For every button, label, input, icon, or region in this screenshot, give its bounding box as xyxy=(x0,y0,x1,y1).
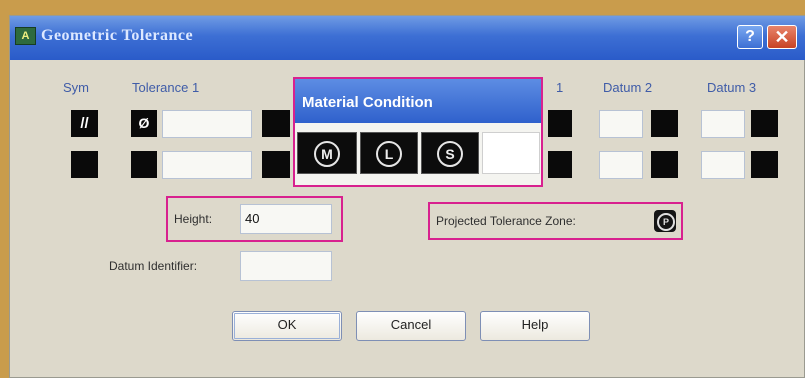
sym-button-row1[interactable]: // xyxy=(71,110,98,137)
datum3-condition-row1[interactable] xyxy=(751,110,778,137)
datum1-condition-row1[interactable] xyxy=(548,110,572,137)
title-help-button[interactable]: ? xyxy=(737,25,763,49)
sym-button-row2[interactable] xyxy=(71,151,98,178)
datum3-field-row1[interactable] xyxy=(701,110,745,138)
ok-button[interactable]: OK xyxy=(232,311,342,341)
datum2-header: Datum 2 xyxy=(603,80,653,95)
help-button[interactable]: Help xyxy=(480,311,590,341)
datum2-condition-row2[interactable] xyxy=(651,151,678,178)
cancel-button[interactable]: Cancel xyxy=(356,311,466,341)
tolerance1-header: Tolerance 1 xyxy=(132,80,200,95)
datum-identifier-input[interactable] xyxy=(240,251,332,281)
datum3-header: Datum 3 xyxy=(707,80,757,95)
none-condition-button[interactable] xyxy=(482,132,540,174)
tolerance1-value-row2[interactable] xyxy=(162,151,252,179)
datum-identifier-label: Datum Identifier: xyxy=(109,259,198,273)
material-condition-button-row2[interactable] xyxy=(262,151,290,178)
datum2-field-row1[interactable] xyxy=(599,110,643,138)
projected-tolerance-zone-toggle[interactable]: P xyxy=(654,210,676,232)
height-label: Height: xyxy=(174,212,213,226)
window-title: Geometric Tolerance xyxy=(41,27,194,44)
height-input[interactable]: 40 xyxy=(240,204,332,234)
sym-header: Sym xyxy=(63,80,89,95)
mmc-button[interactable]: M xyxy=(297,132,357,174)
datum1-condition-row2[interactable] xyxy=(548,151,572,178)
material-condition-title: Material Condition xyxy=(302,94,433,111)
s-circle-icon: S xyxy=(437,141,463,168)
material-condition-button-row1[interactable] xyxy=(262,110,290,137)
datum1-header: 1 xyxy=(556,80,564,95)
datum3-condition-row2[interactable] xyxy=(751,151,778,178)
diameter-button-row1[interactable]: Ø xyxy=(131,110,157,137)
tolerance1-value-row1[interactable] xyxy=(162,110,252,138)
datum3-field-row2[interactable] xyxy=(701,151,745,179)
app-icon: A xyxy=(15,27,36,45)
datum2-condition-row1[interactable] xyxy=(651,110,678,137)
ptz-label: Projected Tolerance Zone: xyxy=(436,214,576,228)
rfs-button[interactable]: S xyxy=(421,132,479,174)
p-circle-icon: P xyxy=(657,213,675,231)
close-button[interactable]: ✕ xyxy=(767,25,797,49)
lmc-button[interactable]: L xyxy=(360,132,418,174)
l-circle-icon: L xyxy=(376,141,402,168)
m-circle-icon: M xyxy=(314,141,340,168)
diameter-button-row2[interactable] xyxy=(131,151,157,178)
datum2-field-row2[interactable] xyxy=(599,151,643,179)
